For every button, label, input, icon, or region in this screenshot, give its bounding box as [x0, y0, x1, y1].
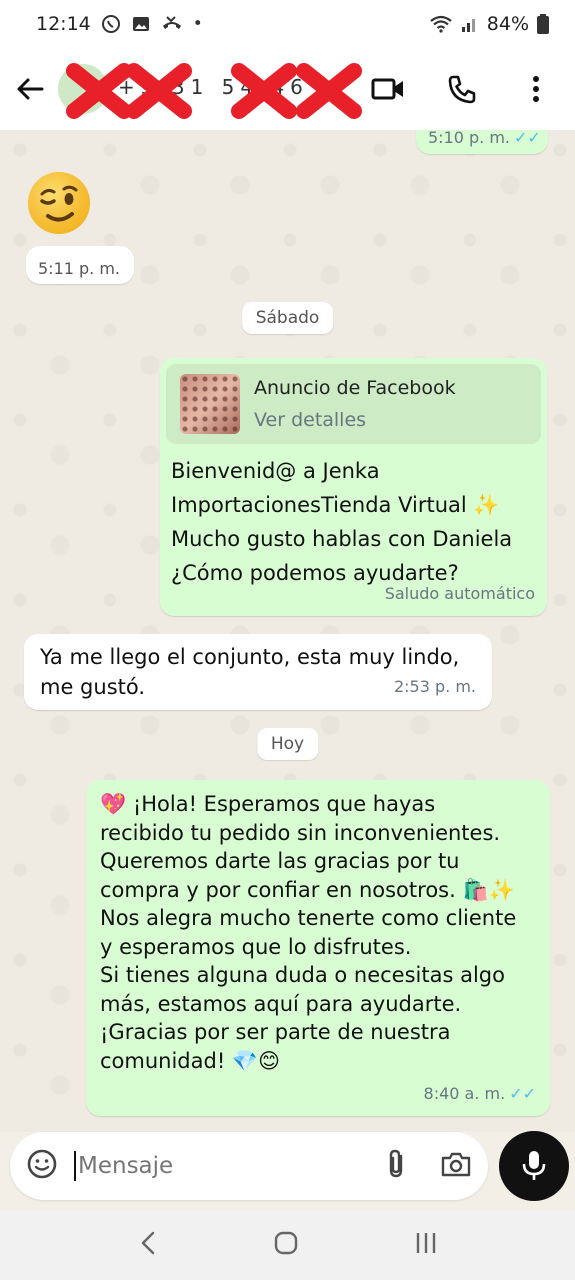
- sticker-emoji-icon[interactable]: [26, 1148, 58, 1184]
- message-text-line: Si tienes alguna duda o necesitas algo: [100, 963, 505, 987]
- read-ticks-icon: ✓✓: [514, 130, 541, 147]
- date-chip-saturday: Sábado: [241, 302, 334, 334]
- message-text-line: más, estamos aquí para ayudarte.: [100, 991, 462, 1016]
- message-text-line: ImportacionesTienda Virtual ✨: [171, 493, 500, 517]
- message-input-bar: [10, 1132, 488, 1200]
- read-ticks-icon: ✓✓: [509, 1083, 536, 1103]
- more-notifications-icon: •: [192, 14, 203, 34]
- nav-recents-icon[interactable]: [414, 1230, 438, 1260]
- whatsapp-notification-icon: [101, 15, 120, 33]
- message-text-line: Bienvenid@ a Jenka: [171, 459, 380, 483]
- more-vert-icon[interactable]: [519, 72, 553, 106]
- nav-back-icon[interactable]: [138, 1230, 158, 1260]
- message-text-line: y esperamos que lo disfrutes.: [100, 934, 412, 959]
- chat-header: +5 31 54 46: [0, 48, 575, 130]
- message-bubble-outgoing[interactable]: 💖 ¡Hola! Esperamos que hayas recibido tu …: [86, 780, 550, 1116]
- mic-icon: [522, 1151, 546, 1180]
- message-time: 5:10 p. m. ✓✓: [428, 130, 541, 147]
- battery-percent: 84%: [486, 13, 529, 35]
- message-bubble-outgoing[interactable]: 5:10 p. m. ✓✓: [416, 130, 548, 154]
- message-time: 8:40 a. m. ✓✓: [423, 1083, 536, 1103]
- status-time: 12:14: [36, 13, 91, 35]
- battery-icon: [537, 14, 549, 34]
- message-text-line: Nos alegra mucho tenerte como cliente: [100, 906, 517, 930]
- system-nav-bar: [0, 1210, 575, 1280]
- message-text-line: recibido tu pedido sin inconvenientes.: [100, 820, 501, 845]
- gallery-notification-icon: [132, 17, 149, 31]
- text-caret: [74, 1151, 76, 1181]
- message-input[interactable]: [78, 1153, 348, 1179]
- signal-icon: [461, 19, 475, 32]
- ad-details-link[interactable]: Ver detalles: [254, 406, 456, 434]
- attach-icon[interactable]: [384, 1148, 408, 1184]
- wifi-icon: [430, 15, 452, 33]
- status-bar: 12:14 • 84%: [0, 0, 575, 48]
- video-call-icon[interactable]: [371, 72, 405, 106]
- message-time: 2:53 p. m.: [393, 677, 476, 696]
- message-bubble-incoming[interactable]: 5:11 p. m.: [26, 246, 134, 284]
- ad-thumbnail: [180, 374, 240, 434]
- date-chip-today: Hoy: [256, 728, 319, 760]
- message-text: 💖 ¡Hola! Esperamos que hayas recibido tu …: [100, 790, 538, 1075]
- message-text-line: Queremos darte las gracias por tu: [100, 849, 460, 873]
- redaction-scribble: [66, 63, 362, 119]
- message-text-line: comunidad! 💎😊: [100, 1048, 280, 1073]
- message-text-line: Ya me llego el conjunto, esta muy lindo,: [40, 645, 460, 669]
- message-time: 5:11 p. m.: [38, 259, 121, 278]
- ad-title: Anuncio de Facebook: [254, 377, 456, 399]
- chat-area[interactable]: 5:10 p. m. ✓✓ 5:11 p. m. Sábado Anuncio d…: [0, 130, 575, 1132]
- mic-button[interactable]: [499, 1131, 569, 1201]
- message-text-line: 💖 ¡Hola! Esperamos que hayas: [100, 792, 436, 816]
- camera-icon[interactable]: [440, 1150, 472, 1182]
- missed-call-notification-icon: [162, 16, 181, 29]
- facebook-ad-card[interactable]: Anuncio de Facebook Ver detalles: [166, 364, 541, 444]
- message-text-line: Mucho gusto hablas con Daniela: [171, 527, 513, 551]
- message-text-line: compra y por confiar en nosotros. 🛍️✨: [100, 877, 515, 902]
- phone-icon[interactable]: [445, 72, 479, 106]
- nav-home-icon[interactable]: [273, 1230, 299, 1260]
- auto-greeting-label: Saludo automático: [384, 584, 535, 603]
- contact-info[interactable]: +5 31 54 46: [58, 59, 362, 119]
- back-arrow-icon[interactable]: [14, 73, 46, 105]
- message-bubble-incoming[interactable]: Ya me llego el conjunto, esta muy lindo,…: [24, 634, 492, 710]
- message-text-line: ¡Gracias por ser parte de nuestra: [100, 1020, 451, 1044]
- wink-emoji-icon: [28, 172, 90, 234]
- message-bubble-outgoing[interactable]: Anuncio de Facebook Ver detalles Bienven…: [160, 358, 547, 616]
